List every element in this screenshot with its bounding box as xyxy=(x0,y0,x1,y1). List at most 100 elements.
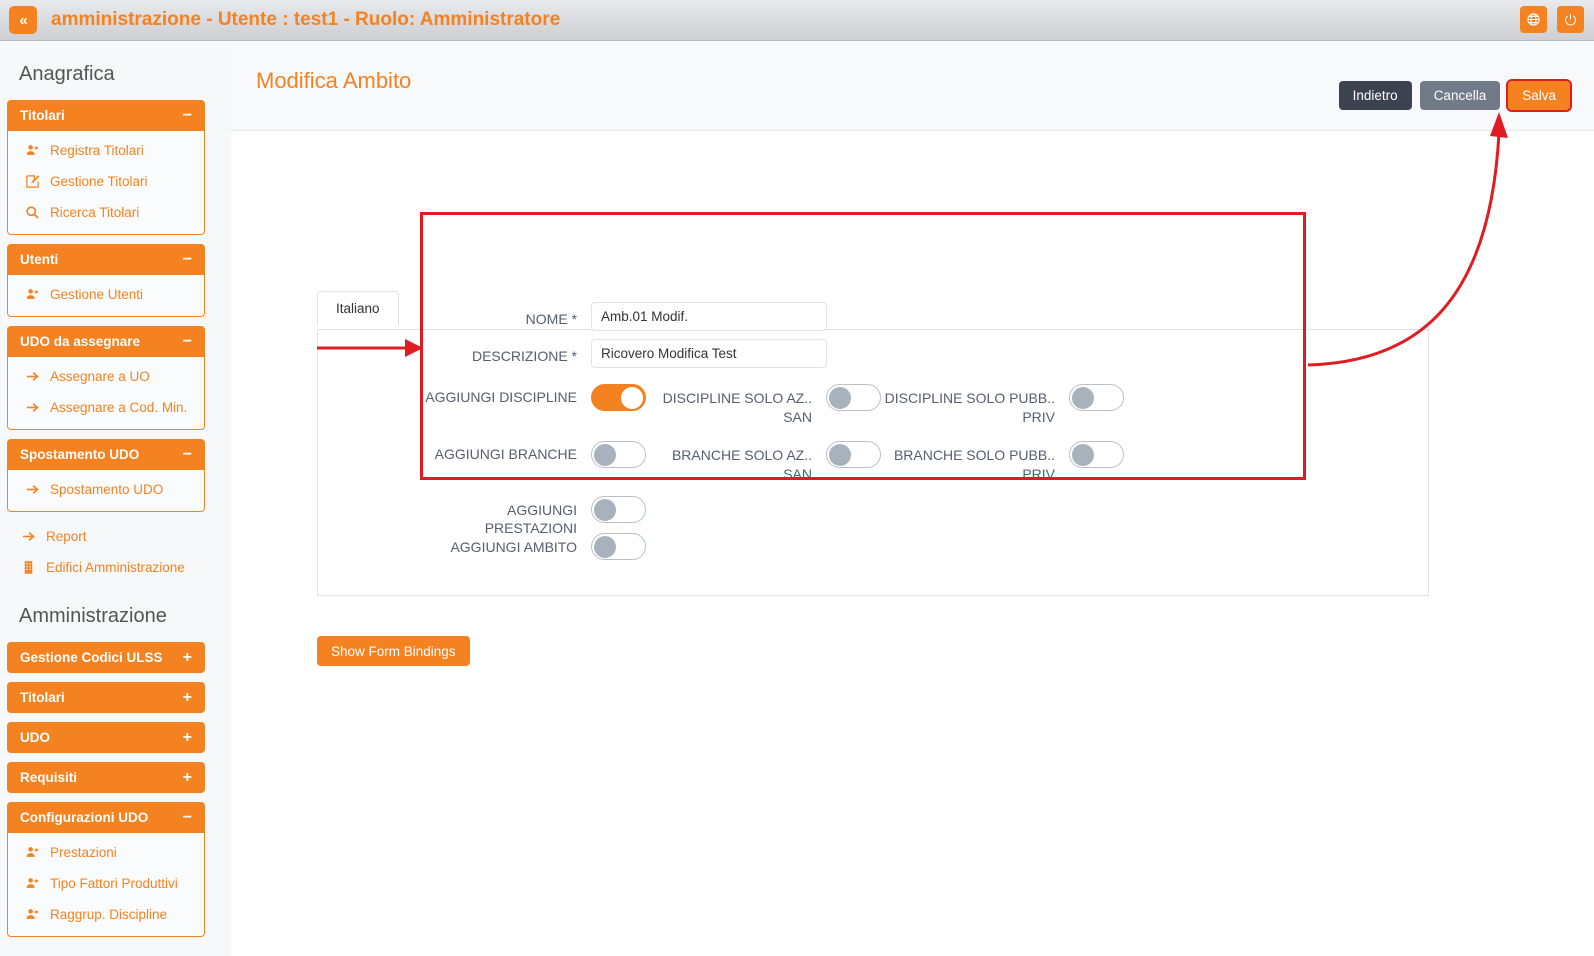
sidebar-item-raggrup-discipline[interactable]: Raggrup. Discipline xyxy=(8,899,204,930)
sidebar-group-header-spostamento-udo[interactable]: Spostamento UDO − xyxy=(7,439,205,470)
sidebar-item-label: Spostamento UDO xyxy=(50,482,163,497)
form-row-ambito: AGGIUNGI AMBITO xyxy=(421,527,1308,564)
minus-icon: − xyxy=(183,334,192,350)
sidebar-group-body: Registra Titolari Gestione Titolari Rice… xyxy=(7,131,205,235)
sidebar-group-label: Utenti xyxy=(20,252,58,267)
sidebar-group-label: Spostamento UDO xyxy=(20,447,139,462)
sidebar-item-spostamento-udo[interactable]: Spostamento UDO xyxy=(8,474,204,505)
sidebar-heading-anagrafica: Anagrafica xyxy=(7,41,205,100)
toggle-knob xyxy=(594,499,616,521)
sidebar: Anagrafica Titolari − Registra Titolari … xyxy=(0,41,212,956)
sidebar-group-label: Titolari xyxy=(20,108,65,123)
sidebar-group-header-udo-da-assegnare[interactable]: UDO da assegnare − xyxy=(7,326,205,357)
plus-icon: + xyxy=(183,770,192,786)
app-title: amministrazione - Utente : test1 - Ruolo… xyxy=(51,9,560,31)
annotation-highlight-box xyxy=(420,212,1306,480)
page-title: Modifica Ambito xyxy=(256,68,411,94)
sidebar-group-udo-da-assegnare: UDO da assegnare − Assegnare a UO Assegn… xyxy=(7,326,205,430)
sidebar-group-body: Prestazioni Tipo Fattori Produttivi Ragg… xyxy=(7,833,205,937)
sidebar-group-label: Gestione Codici ULSS xyxy=(20,650,163,665)
page-header: Modifica Ambito Indietro Cancella Salva xyxy=(231,41,1594,131)
aggiungi-ambito-toggle[interactable] xyxy=(591,533,646,560)
sidebar-group-header-udo[interactable]: UDO + xyxy=(7,722,205,753)
sidebar-group-header-gestione-codici-ulss[interactable]: Gestione Codici ULSS + xyxy=(7,642,205,673)
sidebar-group-header-requisiti[interactable]: Requisiti + xyxy=(7,762,205,793)
sidebar-group-label: Configurazioni UDO xyxy=(20,810,148,825)
user-add-icon xyxy=(24,845,41,860)
page-action-buttons: Indietro Cancella Salva xyxy=(1339,81,1570,110)
search-icon xyxy=(24,205,41,220)
aggiungi-prestazioni-toggle[interactable] xyxy=(591,496,646,523)
sidebar-group-configurazioni-udo: Configurazioni UDO − Prestazioni Tipo Fa… xyxy=(7,802,205,937)
sidebar-item-label: Assegnare a Cod. Min. xyxy=(50,400,187,415)
sidebar-group-header-utenti[interactable]: Utenti − xyxy=(7,244,205,275)
save-button[interactable]: Salva xyxy=(1508,81,1570,110)
aggiungi-prestazioni-label: AGGIUNGI PRESTAZIONI xyxy=(421,496,591,537)
sidebar-item-assegnare-a-uo[interactable]: Assegnare a UO xyxy=(8,361,204,392)
sidebar-item-gestione-utenti[interactable]: Gestione Utenti xyxy=(8,279,204,310)
sidebar-item-label: Gestione Utenti xyxy=(50,287,143,302)
power-icon[interactable] xyxy=(1557,6,1584,33)
arrow-right-icon xyxy=(24,482,41,497)
sidebar-item-label: Tipo Fattori Produttivi xyxy=(50,876,178,891)
sidebar-group-header-titolari-admin[interactable]: Titolari + xyxy=(7,682,205,713)
sidebar-group-label: UDO da assegnare xyxy=(20,334,140,349)
aggiungi-ambito-label: AGGIUNGI AMBITO xyxy=(421,533,591,556)
globe-icon[interactable] xyxy=(1520,6,1547,33)
sidebar-group-label: Titolari xyxy=(20,690,65,705)
sidebar-group-body: Assegnare a UO Assegnare a Cod. Min. xyxy=(7,357,205,430)
top-bar-actions xyxy=(1520,6,1584,33)
sidebar-group-titolari: Titolari − Registra Titolari Gestione Ti… xyxy=(7,100,205,235)
sidebar-group-udo: UDO + xyxy=(7,722,205,753)
sidebar-item-ricerca-titolari[interactable]: Ricerca Titolari xyxy=(8,197,204,228)
user-add-icon xyxy=(24,287,41,302)
aggiungi-ambito-control xyxy=(591,533,646,560)
sidebar-item-tipo-fattori-produttivi[interactable]: Tipo Fattori Produttivi xyxy=(8,868,204,899)
plus-icon: + xyxy=(183,730,192,746)
minus-icon: − xyxy=(183,810,192,826)
plus-icon: + xyxy=(183,690,192,706)
top-bar: « amministrazione - Utente : test1 - Ruo… xyxy=(0,0,1594,41)
building-icon xyxy=(20,560,37,575)
sidebar-group-body: Gestione Utenti xyxy=(7,275,205,317)
sidebar-item-label: Prestazioni xyxy=(50,845,117,860)
arrow-right-icon xyxy=(20,529,37,544)
sidebar-item-label: Assegnare a UO xyxy=(50,369,150,384)
sidebar-item-edifici-amministrazione[interactable]: Edifici Amministrazione xyxy=(7,552,205,583)
sidebar-item-label: Report xyxy=(46,529,87,544)
sidebar-item-label: Raggrup. Discipline xyxy=(50,907,167,922)
sidebar-group-spostamento-udo: Spostamento UDO − Spostamento UDO xyxy=(7,439,205,512)
user-add-icon xyxy=(24,907,41,922)
sidebar-item-prestazioni[interactable]: Prestazioni xyxy=(8,837,204,868)
sidebar-heading-amministrazione: Amministrazione xyxy=(7,583,205,642)
sidebar-group-header-configurazioni-udo[interactable]: Configurazioni UDO − xyxy=(7,802,205,833)
sidebar-group-body: Spostamento UDO xyxy=(7,470,205,512)
user-add-icon xyxy=(24,143,41,158)
aggiungi-prestazioni-control xyxy=(591,496,646,523)
tab-italiano[interactable]: Italiano xyxy=(317,291,399,326)
sidebar-item-label: Registra Titolari xyxy=(50,143,144,158)
sidebar-group-gestione-codici-ulss: Gestione Codici ULSS + xyxy=(7,642,205,673)
language-tabs: Italiano xyxy=(317,291,399,326)
minus-icon: − xyxy=(183,447,192,463)
back-button[interactable]: Indietro xyxy=(1339,81,1412,110)
sidebar-group-utenti: Utenti − Gestione Utenti xyxy=(7,244,205,317)
minus-icon: − xyxy=(183,252,192,268)
sidebar-group-label: Requisiti xyxy=(20,770,77,785)
user-add-icon xyxy=(24,876,41,891)
plus-icon: + xyxy=(183,650,192,666)
edit-square-icon xyxy=(24,174,41,189)
sidebar-collapse-button[interactable]: « xyxy=(9,6,37,34)
arrow-right-icon xyxy=(24,400,41,415)
show-form-bindings-button[interactable]: Show Form Bindings xyxy=(317,636,470,666)
sidebar-content: Anagrafica Titolari − Registra Titolari … xyxy=(0,41,212,937)
sidebar-item-assegnare-a-cod-min[interactable]: Assegnare a Cod. Min. xyxy=(8,392,204,423)
arrow-right-icon xyxy=(24,369,41,384)
sidebar-item-report[interactable]: Report xyxy=(7,521,205,552)
toggle-knob xyxy=(594,536,616,558)
sidebar-group-header-titolari[interactable]: Titolari − xyxy=(7,100,205,131)
sidebar-item-gestione-titolari[interactable]: Gestione Titolari xyxy=(8,166,204,197)
sidebar-group-requisiti: Requisiti + xyxy=(7,762,205,793)
cancel-button[interactable]: Cancella xyxy=(1420,81,1501,110)
sidebar-item-registra-titolari[interactable]: Registra Titolari xyxy=(8,135,204,166)
